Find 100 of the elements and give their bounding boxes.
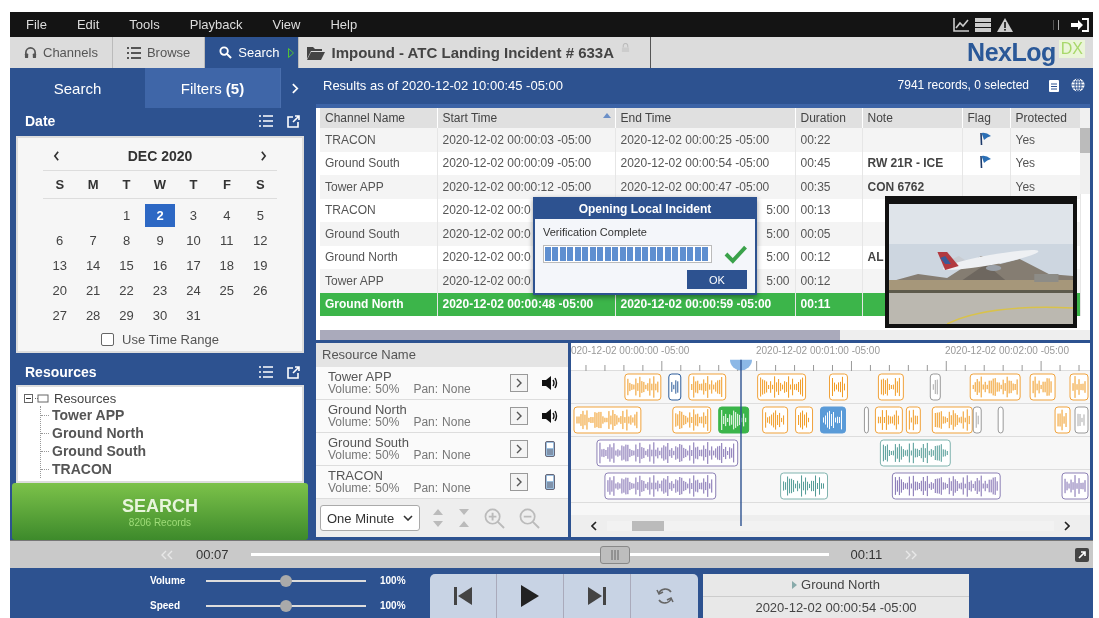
calendar-day[interactable]: 23	[145, 279, 175, 302]
menu-item[interactable]: Help	[330, 17, 358, 32]
expand-button[interactable]	[510, 440, 528, 458]
calendar-day[interactable]: 6	[45, 229, 75, 252]
ok-button[interactable]: OK	[687, 270, 747, 289]
table-cell: 5:00	[766, 273, 790, 288]
table-cell: 2020-12-02 00:00:03 -05:00	[442, 132, 592, 147]
popout-icon[interactable]	[287, 114, 300, 128]
table-cell: CON 6762	[867, 179, 925, 194]
weekday-label: S	[54, 177, 66, 192]
calendar-day[interactable]: 3	[178, 204, 209, 227]
column-header[interactable]: Start Time	[437, 108, 615, 128]
calendar-day[interactable]: 11	[212, 229, 242, 252]
calendar-day[interactable]: 17	[178, 254, 209, 277]
scrollbar[interactable]	[607, 521, 1054, 531]
calendar-day[interactable]: 31	[178, 304, 209, 327]
calendar-day[interactable]: 2	[145, 204, 175, 227]
calendar-day[interactable]: 27	[45, 304, 75, 327]
calendar-day[interactable]: 15	[111, 254, 142, 277]
calendar-day[interactable]: 25	[212, 279, 242, 302]
calendar-day[interactable]: 9	[145, 229, 175, 252]
use-time-range-checkbox[interactable]: Use Time Range	[43, 332, 277, 349]
table-cell: 5:00	[766, 250, 790, 265]
zoom-select[interactable]: One Minute	[320, 505, 420, 531]
menu-item[interactable]: File	[26, 17, 47, 32]
calendar-day[interactable]: 20	[45, 279, 75, 302]
calendar-day[interactable]: 19	[245, 254, 275, 277]
calendar-day[interactable]: 30	[145, 304, 175, 327]
speaker-icon[interactable]	[542, 376, 558, 390]
calendar-day[interactable]: 5	[245, 204, 275, 227]
month-title: DEC 2020	[127, 148, 193, 164]
calendar-day[interactable]: 12	[245, 229, 275, 252]
calendar-day[interactable]: 8	[111, 229, 142, 252]
table-row[interactable]: TRACON 2020-12-02 00:00:03 -05:00 2020-12-02 00:00:25 -05:00 00:22 Yes	[320, 128, 1080, 152]
calendar-day[interactable]: 4	[212, 204, 242, 227]
calendar-day[interactable]: 14	[78, 254, 108, 277]
scroll-left-icon[interactable]	[591, 521, 597, 531]
list-icon[interactable]	[259, 115, 273, 127]
table-cell: Ground South	[325, 226, 400, 241]
pan-label: Pan:	[413, 416, 439, 429]
calendar-day[interactable]: 13	[45, 254, 75, 277]
calendar-day[interactable]: 16	[145, 254, 175, 277]
expand-button[interactable]	[510, 374, 528, 392]
volume-label: Volume:	[328, 383, 372, 396]
scrollbar[interactable]	[1080, 108, 1090, 194]
column-header[interactable]: Flag	[962, 108, 1010, 128]
calendar-day[interactable]: 1	[111, 204, 142, 227]
next-month-icon[interactable]	[260, 151, 267, 161]
table-cell: 5:00	[766, 203, 790, 218]
calendar-day[interactable]: 18	[212, 254, 242, 277]
table-cell: 2020-12-02 00:00:54 -05:00	[620, 156, 770, 171]
tree-item[interactable]: Ground North	[52, 425, 144, 441]
calendar-day[interactable]: 24	[178, 279, 209, 302]
scrollbar[interactable]	[320, 330, 1090, 340]
warning-icon[interactable]	[997, 17, 1013, 32]
calendar-day[interactable]: 28	[78, 304, 108, 327]
column-header[interactable]: Channel Name	[320, 108, 437, 128]
menu-item[interactable]: Playback	[189, 17, 243, 32]
chevron-icon	[516, 411, 522, 421]
chart-icon[interactable]	[953, 17, 969, 32]
popout-icon[interactable]	[287, 365, 300, 379]
scroll-right-icon[interactable]	[1064, 521, 1070, 531]
phone-icon[interactable]	[542, 441, 558, 457]
play-indicator-icon	[792, 580, 798, 589]
tree-item[interactable]: Resources	[54, 391, 117, 406]
previous-month-icon[interactable]	[53, 151, 60, 161]
expand-button[interactable]	[510, 473, 528, 491]
calendar-day[interactable]: 29	[111, 304, 142, 327]
expand-button[interactable]	[510, 407, 528, 425]
server-icon[interactable]	[975, 17, 991, 32]
calendar-day[interactable]: 22	[111, 279, 142, 302]
table-cell: 2020-12-02 00:0	[442, 250, 531, 265]
globe-icon[interactable]	[1071, 78, 1085, 92]
menu-item[interactable]: Tools	[129, 17, 160, 32]
panel-tab[interactable]: Filters (5)	[145, 68, 280, 108]
table-row[interactable]: Tower APP 2020-12-02 00:00:12 -05:00 2020-12-02 00:00:47 -05:00 00:35 CON 6762 Yes	[320, 175, 1080, 199]
column-header[interactable]: Note	[862, 108, 962, 128]
tree-item[interactable]: Ground South	[52, 443, 147, 459]
phone-icon[interactable]	[542, 474, 558, 490]
menu-item[interactable]: Edit	[76, 17, 100, 32]
tree-item[interactable]: TRACON	[52, 461, 112, 477]
expand-icon[interactable]	[1075, 547, 1089, 562]
column-header[interactable]: End Time	[615, 108, 795, 128]
calendar-day[interactable]: 21	[78, 279, 108, 302]
menu-item[interactable]: View	[272, 17, 301, 32]
list-icon[interactable]	[259, 366, 273, 378]
column-header[interactable]: Duration	[795, 108, 862, 128]
calendar-day[interactable]: 7	[78, 229, 108, 252]
tab[interactable]: Search	[205, 37, 299, 68]
calendar-day[interactable]: 10	[178, 229, 209, 252]
collapse-icon[interactable]	[24, 394, 33, 403]
logout-icon[interactable]	[1071, 17, 1089, 32]
headphones-icon	[24, 46, 37, 59]
resource-name: Ground South	[328, 436, 410, 449]
calendar-day[interactable]: 26	[245, 279, 275, 302]
clipboard-icon[interactable]	[1049, 78, 1059, 92]
tree-item[interactable]: Tower APP	[52, 407, 125, 423]
speaker-icon[interactable]	[542, 409, 558, 423]
audio-clips-drawing[interactable]	[571, 405, 1090, 435]
column-header[interactable]: Protected	[1010, 108, 1080, 128]
